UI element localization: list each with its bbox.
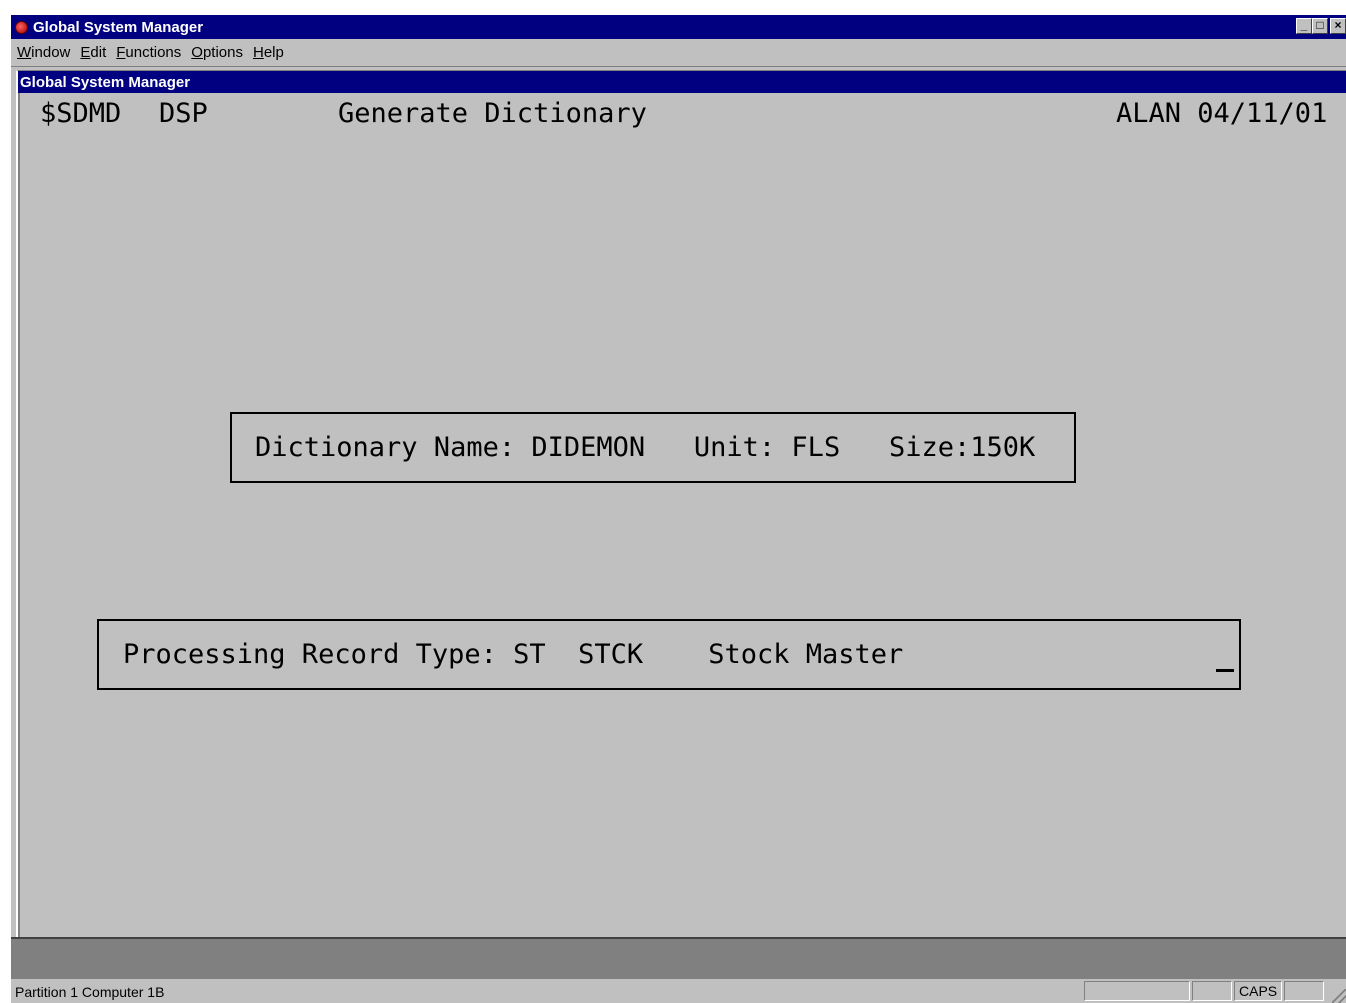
- menu-options[interactable]: Options: [185, 44, 247, 61]
- maximize-button[interactable]: □: [1312, 18, 1328, 34]
- menu-window-accel: W: [17, 44, 32, 61]
- status-panel-4: [1284, 981, 1324, 1001]
- menu-edit-accel: E: [80, 44, 91, 61]
- child-window-title: Global System Manager: [20, 73, 191, 91]
- menu-help-accel: H: [252, 44, 264, 61]
- status-panel-1: [1084, 981, 1190, 1001]
- menu-window[interactable]: Window: [11, 44, 74, 61]
- text-cursor: [1216, 669, 1234, 672]
- close-button[interactable]: ×: [1330, 18, 1346, 34]
- mode-code: DSP: [159, 98, 208, 129]
- window-title: Global System Manager: [33, 18, 204, 36]
- menu-edit[interactable]: Edit: [74, 44, 110, 61]
- child-title-bar[interactable]: Global System Manager: [18, 71, 1346, 93]
- menu-options-accel: O: [191, 44, 203, 61]
- caps-indicator: CAPS: [1234, 981, 1282, 1001]
- processing-status-text: Processing Record Type: ST STCK Stock Ma…: [123, 639, 904, 670]
- status-panel-2: [1192, 981, 1232, 1001]
- resize-grip[interactable]: [1332, 989, 1346, 1003]
- menu-options-label: ptions: [202, 44, 243, 61]
- app-icon[interactable]: [15, 20, 28, 34]
- window-controls: _ □ ×: [1296, 18, 1346, 34]
- screen-heading: Generate Dictionary: [338, 98, 647, 129]
- menu-help-label: elp: [263, 44, 284, 61]
- dictionary-info-text: Dictionary Name: DIDEMON Unit: FLS Size:…: [255, 432, 1036, 463]
- processing-status-box: Processing Record Type: ST STCK Stock Ma…: [97, 619, 1241, 690]
- status-bar: Partition 1 Computer 1B CAPS: [11, 979, 1346, 1003]
- menu-functions[interactable]: Functions: [110, 44, 185, 61]
- menu-edit-label: dit: [90, 44, 107, 61]
- function-key-bar: [11, 937, 1346, 979]
- terminal-child-window: Global System Manager $SDMD DSP Generate…: [16, 70, 1346, 937]
- status-text: Partition 1 Computer 1B: [15, 984, 165, 1000]
- minimize-button[interactable]: _: [1296, 18, 1312, 34]
- menu-bar: Window Edit Functions Options Help: [11, 39, 1346, 67]
- menu-functions-label: unctions: [125, 44, 182, 61]
- terminal-screen[interactable]: $SDMD DSP Generate Dictionary ALAN 04/11…: [22, 94, 1346, 937]
- dictionary-info-box: Dictionary Name: DIDEMON Unit: FLS Size:…: [230, 412, 1076, 483]
- menu-window-label: indow: [31, 44, 71, 61]
- user-date: ALAN 04/11/01: [1116, 98, 1328, 129]
- title-bar[interactable]: Global System Manager _ □ ×: [11, 15, 1346, 39]
- menu-help[interactable]: Help: [247, 44, 288, 61]
- program-code: $SDMD: [40, 98, 122, 129]
- application-window: Global System Manager _ □ × Window Edit …: [11, 15, 1346, 1003]
